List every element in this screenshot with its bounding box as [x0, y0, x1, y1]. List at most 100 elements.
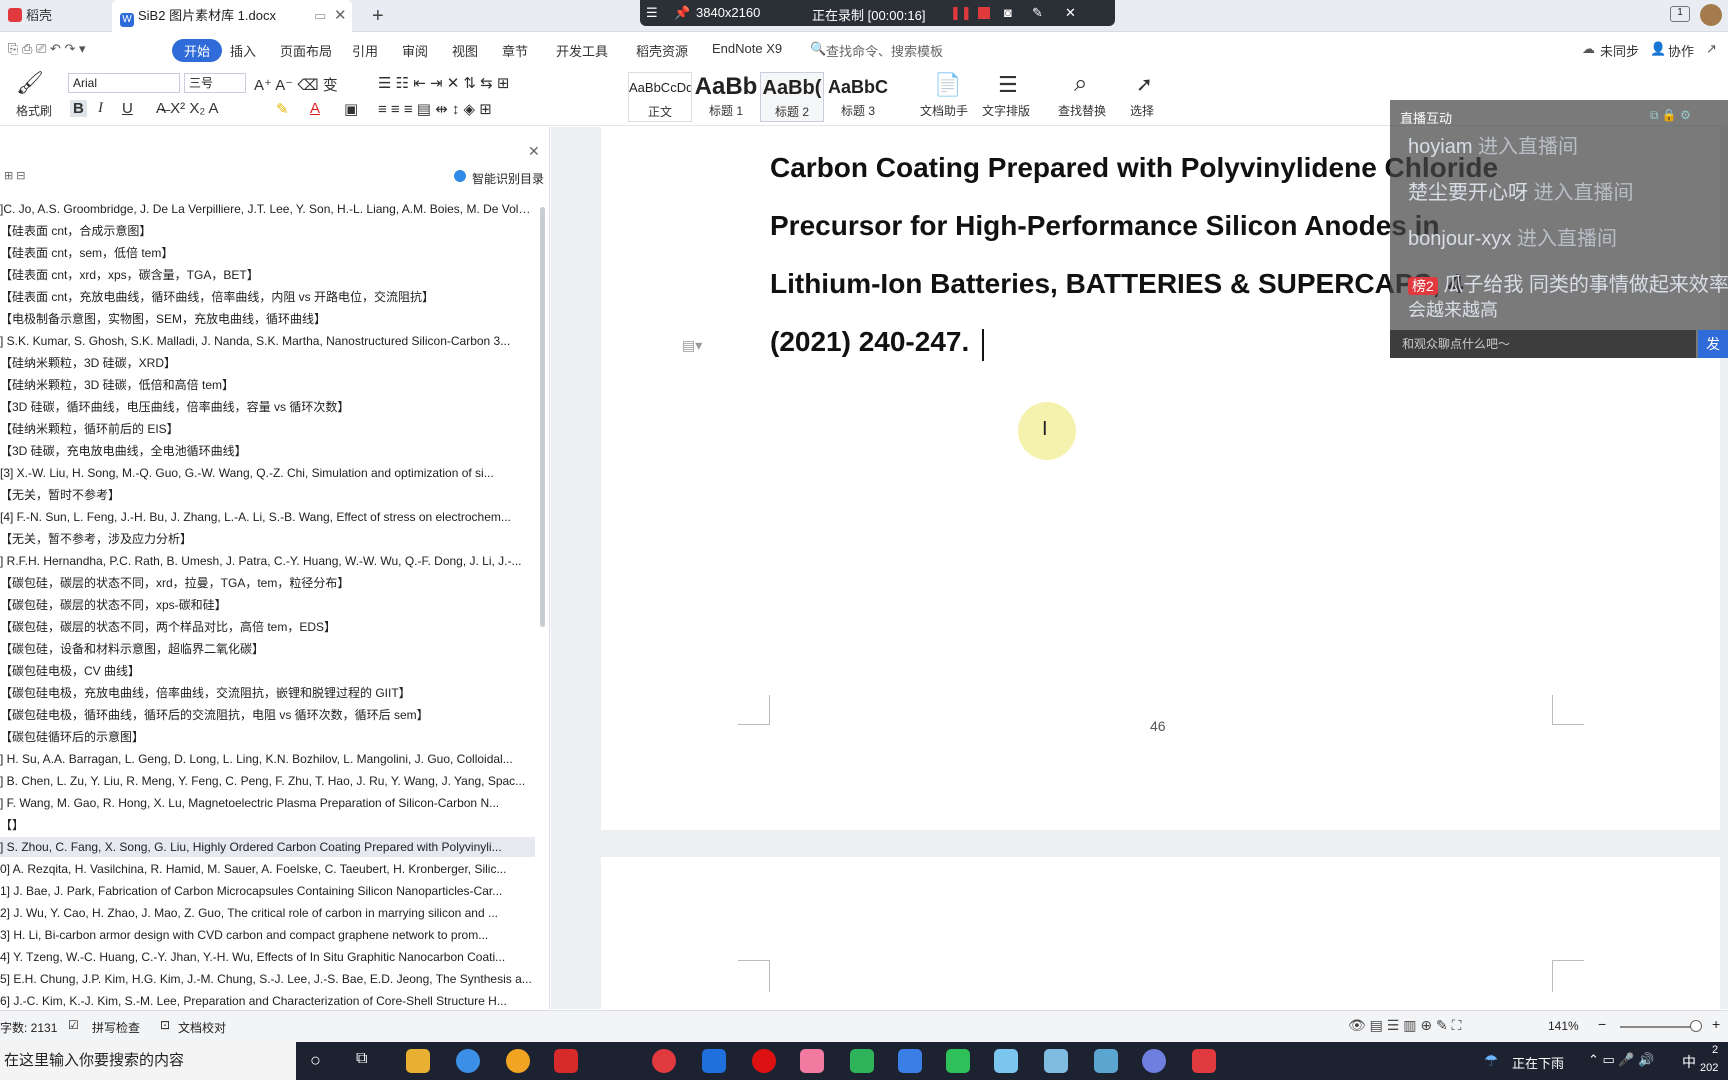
wechat-icon[interactable] [946, 1049, 970, 1073]
toc-item[interactable]: ] R.F.H. Hernandha, P.C. Rath, B. Umesh,… [0, 551, 535, 571]
font-size-select[interactable]: 三号 [184, 73, 246, 93]
menu-start[interactable]: 开始 [172, 39, 223, 62]
search-app-icon[interactable] [506, 1049, 530, 1073]
chrome-icon[interactable] [456, 1049, 480, 1073]
toc-item[interactable]: 【碳包硅，碳层的状态不同，xps-碳和硅】 [0, 595, 535, 615]
toc-item[interactable]: ] H. Su, A.A. Barragan, L. Geng, D. Long… [0, 749, 535, 769]
taskbar-search[interactable]: 在这里输入你要搜索的内容 [0, 1042, 296, 1080]
toc-item[interactable]: 【】 [0, 815, 535, 835]
tray-icons[interactable]: ⌃ ▭ 🎤 🔊 [1588, 1052, 1654, 1068]
send-button[interactable]: 发 [1698, 330, 1728, 358]
menu-endnote[interactable]: EndNote X9 [712, 41, 782, 56]
menu-insert[interactable]: 插入 [230, 41, 256, 60]
list-icons[interactable]: ☰ ☷ ⇤ ⇥ ✕ ⇅ ⇆ ⊞ [378, 74, 509, 92]
find-replace-icon[interactable]: ⌕ [1074, 70, 1087, 98]
toc-item[interactable]: 【硅表面 cnt，xrd，xps，碳含量，TGA，BET】 [0, 265, 535, 285]
tab-daoke[interactable]: 稻壳 [0, 0, 106, 32]
paragraph-menu-icon[interactable]: ▤▾ [682, 337, 702, 354]
font-name-select[interactable]: Arial [68, 73, 180, 93]
toc-item[interactable]: 【无关，暂不参考，涉及应力分析】 [0, 529, 535, 549]
toc-item[interactable]: ]C. Jo, A.S. Groombridge, J. De La Verpi… [0, 199, 535, 219]
stop-icon[interactable] [978, 7, 990, 19]
toc-item[interactable]: ] F. Wang, M. Gao, R. Hong, X. Lu, Magne… [0, 793, 535, 813]
app-icon[interactable] [1044, 1049, 1068, 1073]
menu-page-layout[interactable]: 页面布局 [280, 41, 332, 60]
camera-icon[interactable]: ◙ [1004, 5, 1012, 20]
wps-icon[interactable] [1192, 1049, 1216, 1073]
style-normal[interactable]: AaBbCcDd 正文 [628, 72, 692, 122]
toc-item[interactable]: 4] Y. Tzeng, W.-C. Huang, C.-Y. Jhan, Y.… [0, 947, 535, 967]
format-painter-button[interactable]: 格式刷 [16, 102, 52, 119]
pause-icon[interactable]: ❚❚ [950, 5, 972, 21]
cortana-icon[interactable]: ○ [310, 1050, 321, 1071]
toc-item[interactable]: 【硅表面 cnt，sem，低倍 tem】 [0, 243, 535, 263]
pin-icon[interactable]: 📌 [674, 5, 690, 21]
menu-developer[interactable]: 开发工具 [556, 41, 608, 60]
app-icon[interactable] [1094, 1049, 1118, 1073]
smart-toc-button[interactable]: 智能识别目录 [472, 170, 544, 187]
proof-button[interactable]: 文档校对 [178, 1019, 226, 1036]
app-icon[interactable] [898, 1049, 922, 1073]
toc-item[interactable]: 2] J. Wu, Y. Cao, H. Zhao, J. Mao, Z. Gu… [0, 903, 535, 923]
toc-item[interactable]: 【3D 硅碳，充电放电曲线，全电池循环曲线】 [0, 441, 535, 461]
toc-item[interactable]: [3] X.-W. Liu, H. Song, M.-Q. Guo, G.-W.… [0, 463, 535, 483]
underline-icon[interactable]: U [122, 100, 133, 117]
menu-icon[interactable]: ☰ [646, 5, 658, 21]
tab-document[interactable]: W SiB2 图片素材库 1.docx ▭ ✕ [112, 0, 352, 32]
char-border-icon[interactable]: ▣ [344, 100, 358, 118]
font-grow-icon[interactable]: A⁺ A⁻ ⌫ 变 [254, 74, 338, 95]
view-mode-icons[interactable]: 👁 ▤ ☰ ▥ ⊕ ✎ ⛶ [1348, 1017, 1461, 1034]
weather-text[interactable]: 正在下雨 [1512, 1053, 1564, 1072]
style-heading-3[interactable]: AaBbC 标题 3 [826, 72, 890, 122]
live-settings-icons[interactable]: ⧉ 🔒 ⚙ [1650, 108, 1691, 123]
zoom-out-icon[interactable]: − [1598, 1016, 1606, 1032]
clock-date[interactable]: 202 [1700, 1062, 1718, 1074]
window-count-icon[interactable]: 1 [1670, 6, 1690, 22]
align-icons[interactable]: ≡ ≡ ≡ ▤ ⇹ ↕ ◈ ⊞ [378, 100, 492, 118]
toc-item[interactable]: ] B. Chen, L. Zu, Y. Liu, R. Meng, Y. Fe… [0, 771, 535, 791]
bilibili-icon[interactable] [800, 1049, 824, 1073]
ime-indicator[interactable]: 中 [1682, 1052, 1696, 1072]
toc-item[interactable]: 【碳包硅，碳层的状态不同，两个样品对比，高倍 tem，EDS】 [0, 617, 535, 637]
toc-item[interactable]: 【碳包硅，设备和材料示意图，超临界二氧化碳】 [0, 639, 535, 659]
font-color-icon[interactable]: A [310, 100, 320, 117]
clock-time[interactable]: 2 [1712, 1044, 1718, 1056]
toc-item[interactable]: ] S. Zhou, C. Fang, X. Song, G. Liu, Hig… [0, 837, 535, 857]
toc-item[interactable]: 【硅表面 cnt，合成示意图】 [0, 221, 535, 241]
format-painter-icon[interactable]: 🖌 [16, 70, 44, 96]
italic-icon[interactable]: I [98, 100, 103, 117]
style-heading-2[interactable]: AaBb(标题 2 [760, 72, 824, 122]
toc-item[interactable]: [4] F.-N. Sun, L. Feng, J.-H. Bu, J. Zha… [0, 507, 535, 527]
find-replace-button[interactable]: 查找替换 [1058, 102, 1106, 119]
doc-assistant-icon[interactable]: 📄 [934, 72, 961, 98]
toc-item[interactable]: 【碳包硅循环后的示意图】 [0, 727, 535, 747]
app-icon[interactable] [1142, 1049, 1166, 1073]
toc-item[interactable]: 【碳包硅，碳层的状态不同，xrd，拉曼，TGA，tem，粒径分布】 [0, 573, 535, 593]
youdao-icon[interactable] [554, 1049, 578, 1073]
zoom-in-icon[interactable]: + [1712, 1016, 1720, 1032]
menu-reference[interactable]: 引用 [352, 41, 378, 60]
app-icon[interactable] [702, 1049, 726, 1073]
app-icon[interactable] [994, 1049, 1018, 1073]
toc-item[interactable]: 【硅纳米颗粒，循环前后的 EIS】 [0, 419, 535, 439]
word-count[interactable]: 字数: 2131 [0, 1019, 57, 1036]
quick-access-icons[interactable]: ⎘ ⎙ ⎚ ↶ ↷ ▾ [8, 41, 86, 57]
zoom-slider[interactable] [1620, 1026, 1698, 1028]
doc-assistant-button[interactable]: 文档助手 [920, 102, 968, 119]
menu-chapter[interactable]: 章节 [502, 41, 528, 60]
toc-item[interactable]: 【碳包硅电极，CV 曲线】 [0, 661, 535, 681]
explorer-icon[interactable] [406, 1049, 430, 1073]
nav-scrollbar[interactable] [540, 207, 545, 627]
toc-item[interactable]: 【硅纳米颗粒，3D 硅碳，XRD】 [0, 353, 535, 373]
avatar[interactable] [1700, 4, 1722, 26]
spell-check-button[interactable]: 拼写检查 [92, 1019, 140, 1036]
toc-item[interactable]: 0] A. Rezqita, H. Vasilchina, R. Hamid, … [0, 859, 535, 879]
toc-item[interactable]: 【电极制备示意图，实物图，SEM，充放电曲线，循环曲线】 [0, 309, 535, 329]
record-app-icon[interactable] [752, 1049, 776, 1073]
select-button[interactable]: 选择 [1130, 102, 1154, 119]
zoom-slider-handle[interactable] [1690, 1020, 1702, 1032]
select-cursor-icon[interactable]: ➚ [1136, 72, 1153, 97]
toc-item[interactable]: 1] J. Bae, J. Park, Fabrication of Carbo… [0, 881, 535, 901]
toc-item[interactable]: 【硅表面 cnt，充放电曲线，循环曲线，倍率曲线，内阻 vs 开路电位，交流阻抗… [0, 287, 535, 307]
app-icon[interactable] [850, 1049, 874, 1073]
